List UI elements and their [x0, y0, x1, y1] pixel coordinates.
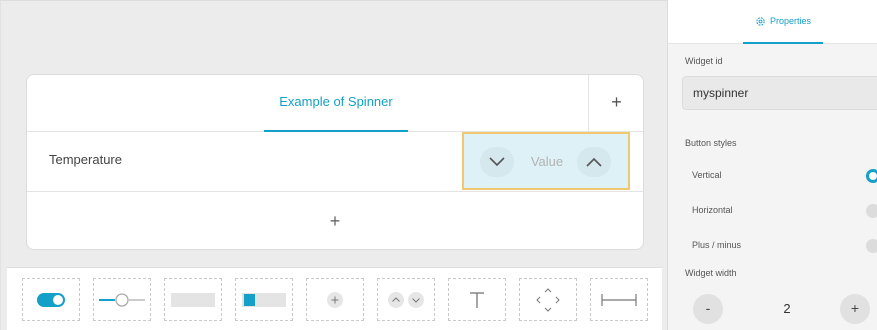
gear-icon — [756, 16, 765, 26]
spinner-value: Value — [530, 154, 564, 169]
slider-widget-tool[interactable] — [93, 278, 151, 321]
page-title-tab[interactable]: Example of Spinner — [264, 75, 408, 132]
option-label: Plus / minus — [692, 240, 742, 250]
option-label: Horizontal — [692, 205, 733, 215]
card-header: Example of Spinner + — [27, 75, 643, 132]
spinner-widget-tool[interactable] — [377, 278, 435, 321]
option-label: Vertical — [692, 170, 722, 180]
radio-unselected[interactable] — [866, 239, 877, 253]
spacer-widget-tool[interactable] — [590, 278, 648, 321]
group-button-icon — [242, 292, 286, 307]
properties-tab-label: Properties — [769, 16, 812, 26]
widget-row[interactable]: Temperature Value — [27, 132, 643, 192]
button-widget-tool[interactable] — [164, 278, 222, 321]
button-icon — [171, 292, 215, 307]
spinner-down-button[interactable] — [480, 147, 514, 177]
chevron-up-icon — [586, 157, 602, 167]
button-style-option-horizontal[interactable]: Horizontal — [668, 197, 877, 223]
row-label: Temperature — [49, 152, 122, 167]
spinner-up-button[interactable] — [577, 147, 611, 177]
group-button-widget-tool[interactable] — [235, 278, 293, 321]
directional-pad-icon — [536, 287, 560, 312]
button-styles-label: Button styles — [685, 138, 737, 148]
spinner-icon — [388, 291, 424, 308]
width-increment-button[interactable]: + — [840, 294, 870, 324]
widget-width-label: Widget width — [685, 268, 737, 278]
directional-pad-widget-tool[interactable] — [519, 278, 577, 321]
text-widget-tool[interactable] — [448, 278, 506, 321]
width-decrement-button[interactable]: - — [693, 294, 723, 324]
circle-plus-icon — [327, 291, 343, 308]
button-style-option-vertical[interactable]: Vertical — [668, 162, 877, 188]
widget-id-input[interactable]: myspinner — [682, 76, 877, 110]
spinner-widget[interactable]: Value — [462, 132, 630, 190]
radio-selected[interactable] — [866, 169, 877, 183]
slider-icon — [99, 292, 145, 307]
icon-button-widget-tool[interactable] — [306, 278, 364, 321]
panel-card: Example of Spinner + Temperature Value + — [26, 74, 644, 250]
chevron-down-icon — [489, 157, 505, 167]
widget-toolbar — [7, 267, 662, 330]
button-style-option-plus-minus[interactable]: Plus / minus — [668, 232, 877, 258]
properties-panel: Properties Widget id myspinner Button st… — [667, 0, 877, 330]
width-value: 2 — [783, 301, 791, 316]
add-row-button[interactable]: + — [27, 192, 643, 250]
canvas-area: Example of Spinner + Temperature Value + — [0, 0, 667, 330]
text-icon — [470, 291, 484, 308]
toggle-icon — [37, 292, 65, 307]
properties-tab[interactable]: Properties — [743, 0, 823, 44]
radio-unselected[interactable] — [866, 204, 877, 218]
spacer-icon — [601, 293, 637, 306]
properties-tab-bar: Properties — [668, 0, 877, 44]
add-page-button[interactable]: + — [588, 75, 644, 132]
toggle-widget-tool[interactable] — [22, 278, 80, 321]
widget-id-label: Widget id — [685, 56, 723, 66]
